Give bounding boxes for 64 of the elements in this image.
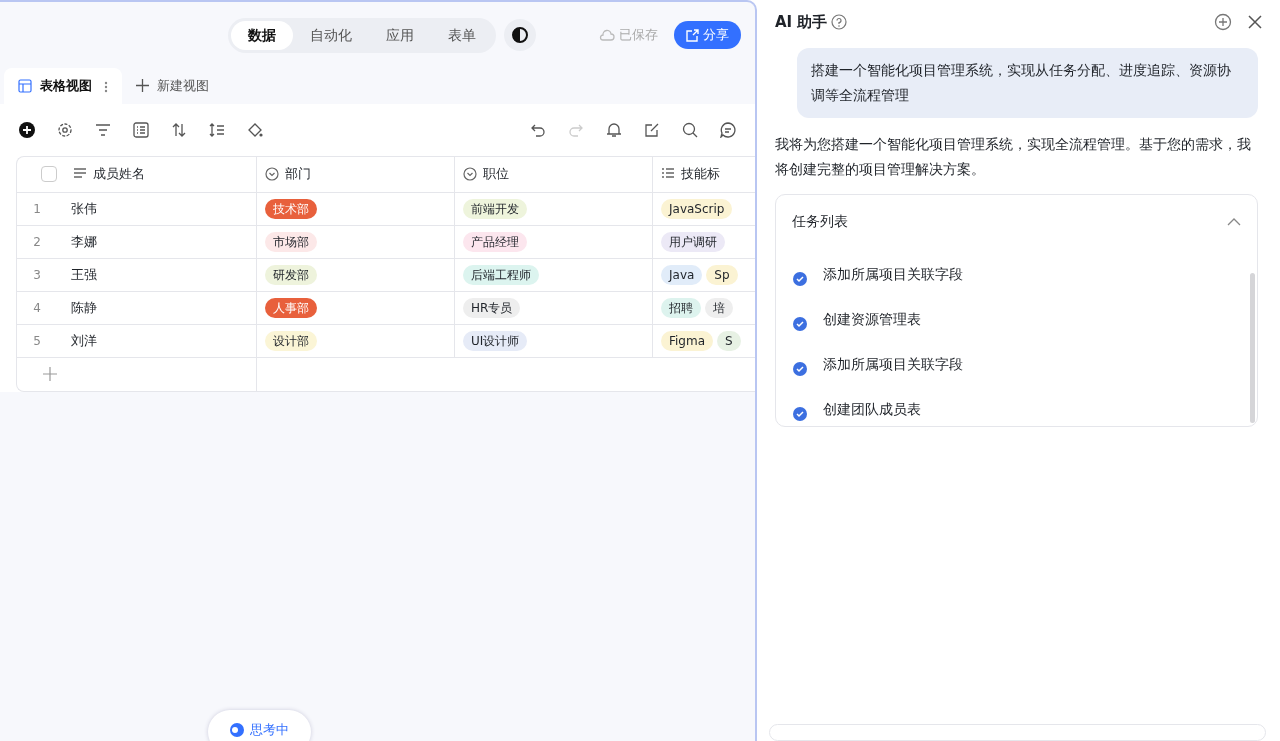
theme-toggle-button[interactable] (504, 19, 536, 51)
panel-title: AI 助手 (775, 11, 828, 33)
tab[interactable]: 自动化 (293, 20, 369, 50)
column-header: 技能标 (681, 165, 720, 184)
tab[interactable]: 表单 (431, 20, 493, 50)
tag: 产品经理 (463, 231, 527, 252)
user-message: 搭建一个智能化项目管理系统，实现从任务分配、进度追踪、资源协调等全流程管理 (797, 48, 1258, 118)
task-item: 添加所属项目关联字段 (823, 265, 963, 285)
table-cell-text: 刘洋 (71, 331, 97, 350)
tab[interactable]: 数据 (231, 20, 293, 50)
checklist-icon (661, 167, 675, 181)
thinking-indicator: 思考中 (208, 710, 311, 741)
tag: UI设计师 (463, 330, 528, 351)
close-icon[interactable] (1248, 15, 1262, 29)
tag: JavaScrip (661, 198, 733, 219)
tag: 培 (705, 297, 733, 318)
tab[interactable]: 应用 (369, 20, 431, 50)
plus-icon (136, 79, 149, 93)
help-icon[interactable] (831, 14, 848, 30)
assistant-reply: 我将为您搭建一个智能化项目管理系统，实现全流程管理。基于您的需求，我将创建完整的项目管理解决方案。 (774, 135, 1252, 179)
tag: 研发部 (265, 264, 317, 285)
table-icon (18, 78, 32, 93)
row-number: 4 (32, 299, 42, 317)
cloud-icon (599, 29, 615, 41)
tag: Java (661, 264, 703, 285)
tag: 技术部 (265, 198, 317, 219)
view-tab[interactable]: 新建视图 (122, 68, 223, 104)
row-number: 1 (32, 200, 42, 218)
dropdown-icon (265, 167, 279, 181)
view-tab[interactable]: 表格视图 (4, 68, 122, 104)
tag: 市场部 (265, 231, 317, 252)
lines-icon (73, 167, 87, 181)
tag: 前端开发 (463, 198, 527, 219)
tag: Figma (661, 330, 714, 351)
share-button[interactable]: 分享 (674, 21, 741, 49)
save-status: 已保存 (619, 26, 658, 45)
task-item: 添加所属项目关联字段 (823, 355, 963, 375)
tag: 招聘 (661, 297, 701, 318)
contrast-icon (511, 26, 529, 44)
column-header: 职位 (483, 165, 509, 184)
task-item: 创建资源管理表 (823, 310, 921, 330)
column-header: 部门 (285, 165, 311, 184)
table-cell-text: 陈静 (71, 298, 97, 317)
tag: 用户调研 (661, 231, 725, 252)
row-number: 2 (32, 233, 42, 251)
column-header: 成员姓名 (93, 165, 145, 184)
tag: HR专员 (463, 297, 521, 318)
new-chat-icon[interactable] (1214, 13, 1232, 31)
share-icon (686, 28, 699, 42)
tag: Sp (706, 264, 738, 285)
table-cell-text: 张伟 (71, 199, 97, 218)
tag: 人事部 (265, 297, 317, 318)
tag: 后端工程师 (463, 264, 539, 285)
table-cell-text: 王强 (71, 265, 97, 284)
tag: 设计部 (265, 330, 317, 351)
row-number: 5 (32, 332, 42, 350)
dropdown-icon (463, 167, 477, 181)
card-title: 任务列表 (792, 212, 848, 231)
row-number: 3 (32, 266, 42, 284)
chat-input[interactable] (769, 724, 1266, 741)
task-item: 创建团队成员表 (823, 400, 921, 420)
table-cell-text: 李娜 (71, 232, 97, 251)
tag: S (717, 330, 741, 351)
select-all-checkbox[interactable] (41, 166, 57, 182)
